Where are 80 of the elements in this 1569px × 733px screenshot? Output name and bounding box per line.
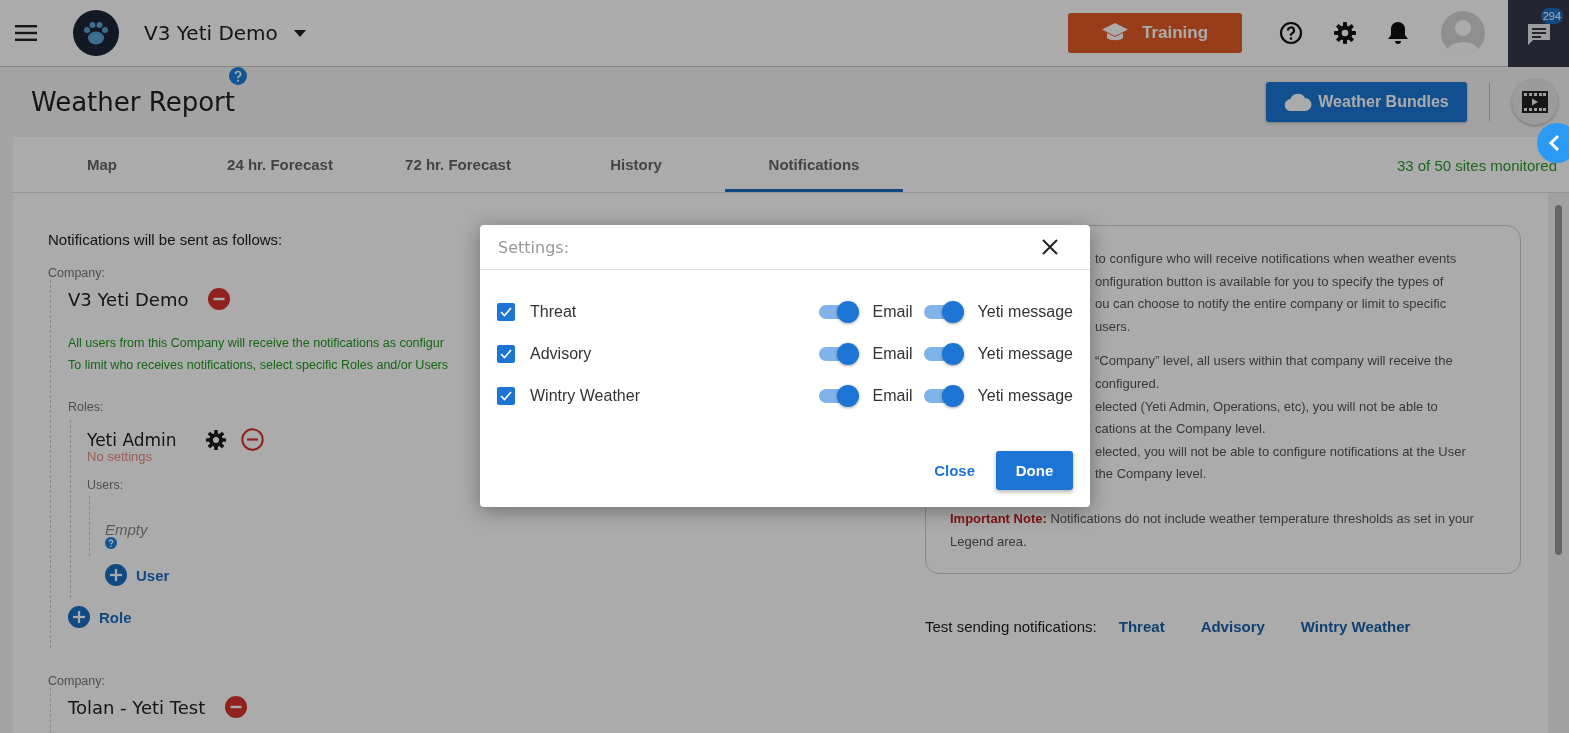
training-button[interactable]: Training xyxy=(1068,13,1242,53)
info-message: To limit who receives notifications, select specific Roles and/or Users xyxy=(68,357,448,374)
checkbox[interactable] xyxy=(497,303,515,321)
info-message: All users from this Company will receive the notifications as configur xyxy=(68,335,444,352)
remove-icon[interactable] xyxy=(208,288,231,310)
company-dropdown[interactable]: V3 Yeti Demo xyxy=(144,21,306,45)
menu-icon[interactable] xyxy=(15,25,37,41)
info-text: elected (Yeti Admin, Operations, etc), you will not be able to xyxy=(1095,397,1439,416)
caret-icon xyxy=(293,29,306,37)
yeti-message-toggle[interactable] xyxy=(923,386,964,406)
role-name: Yeti Admin xyxy=(87,429,177,450)
film-icon xyxy=(1522,91,1548,113)
test-notification-link[interactable]: Advisory xyxy=(1200,618,1265,636)
notification-type-label: Advisory xyxy=(530,345,592,363)
email-label: Email xyxy=(872,345,913,363)
chat-icon[interactable] xyxy=(1525,21,1552,46)
bell-icon[interactable] xyxy=(1387,21,1409,45)
sites-monitored-count: 33 of 50 sites monitored xyxy=(1396,157,1557,174)
graduation-cap-icon xyxy=(1101,23,1128,43)
scrollbar[interactable] xyxy=(1548,193,1569,733)
yeti-message-label: Yeti message xyxy=(977,345,1073,363)
email-toggle[interactable] xyxy=(818,344,859,364)
test-notification-link[interactable]: Threat xyxy=(1118,618,1165,636)
notification-type-label: Threat xyxy=(530,303,577,321)
checkbox[interactable] xyxy=(497,345,515,363)
video-button[interactable] xyxy=(1512,79,1558,125)
tab[interactable]: History xyxy=(547,137,725,192)
notification-type-label: Wintry Weather xyxy=(530,387,640,405)
tab[interactable]: Map xyxy=(13,137,191,192)
dialog-title: Settings: xyxy=(498,237,569,257)
checkbox[interactable] xyxy=(497,387,515,405)
notification-count-badge: 294 xyxy=(1540,8,1563,24)
close-icon[interactable] xyxy=(1042,239,1058,255)
company-label: Company: xyxy=(48,266,106,280)
info-text: onfiguration button is available for you to specify the types of xyxy=(1095,272,1445,291)
yeti-message-label: Yeti message xyxy=(977,303,1073,321)
test-notification-link[interactable]: Wintry Weather xyxy=(1300,618,1411,636)
cloud-icon xyxy=(1284,93,1313,111)
company-label: Company: xyxy=(48,674,106,688)
help-icon[interactable] xyxy=(1279,21,1303,45)
info-text: configured. xyxy=(1095,374,1161,393)
paw-logo-icon xyxy=(73,10,119,56)
info-text: users. xyxy=(1095,317,1132,336)
plus-icon xyxy=(68,606,90,628)
info-text: to configure who will receive notifications when weather events xyxy=(1095,250,1458,268)
weather-bundles-button[interactable]: Weather Bundles xyxy=(1266,82,1467,122)
email-toggle[interactable] xyxy=(818,386,859,406)
important-note: Important Note: Notifications do not include weather temperature thresholds as set in your Legend area. xyxy=(950,509,1475,551)
yeti-message-toggle[interactable] xyxy=(923,302,964,322)
remove-icon[interactable] xyxy=(225,696,248,718)
settings-icon[interactable] xyxy=(204,428,227,451)
email-label: Email xyxy=(872,303,913,321)
email-toggle[interactable] xyxy=(818,302,859,322)
yeti-message-toggle[interactable] xyxy=(923,344,964,364)
add-role-button[interactable]: Role xyxy=(68,606,132,628)
test-sending-label: Test sending notifications: xyxy=(925,618,1097,636)
done-button[interactable]: Done xyxy=(996,451,1073,490)
info-text: elected, you will not be able to configure notifications at the User xyxy=(1095,442,1467,461)
company-name: Tolan - Yeti Test xyxy=(68,696,206,718)
info-text: ou can choose to notify the entire company or limit to specific xyxy=(1095,295,1448,314)
company-name: V3 Yeti Demo xyxy=(68,288,189,310)
roles-label: Roles: xyxy=(68,400,105,414)
email-label: Email xyxy=(872,387,913,405)
role-status: No settings xyxy=(87,449,154,464)
info-text: the Company level. xyxy=(1095,465,1208,484)
remove-icon[interactable] xyxy=(240,428,264,451)
users-label: Users: xyxy=(87,478,125,492)
tab[interactable]: 72 hr. Forecast xyxy=(369,137,547,192)
section-heading: Notifications will be sent as follows: xyxy=(48,231,284,248)
plus-icon xyxy=(105,564,127,586)
chevron-left-icon xyxy=(1548,134,1560,152)
tab[interactable]: 24 hr. Forecast xyxy=(191,137,369,192)
close-button[interactable]: Close xyxy=(930,454,979,487)
info-text: cations at the Company level. xyxy=(1095,420,1267,439)
yeti-message-label: Yeti message xyxy=(977,387,1073,405)
page-title: Weather Report xyxy=(31,87,235,117)
empty-list-text: Empty xyxy=(105,521,148,538)
info-text: “Company” level, all users within that company will receive the xyxy=(1095,352,1454,371)
add-user-button[interactable]: User xyxy=(105,564,170,586)
tab[interactable]: Notifications xyxy=(725,137,903,192)
